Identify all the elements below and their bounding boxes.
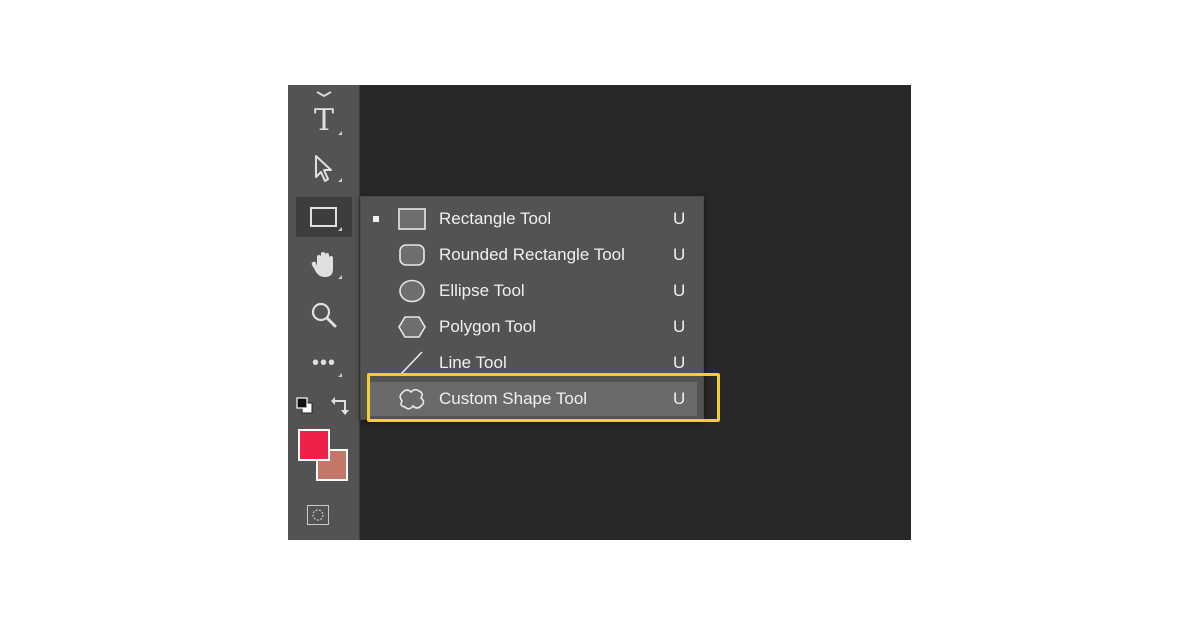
rectangle-icon bbox=[398, 208, 426, 230]
rectangle-tool-button[interactable] bbox=[296, 197, 352, 237]
menu-item-label: Rounded Rectangle Tool bbox=[439, 245, 625, 264]
menu-item-ellipse-tool[interactable]: Ellipse Tool U bbox=[367, 274, 697, 308]
default-colors-icon[interactable] bbox=[296, 397, 314, 415]
type-tool-button[interactable]: T bbox=[296, 101, 352, 141]
zoom-magnifier-icon bbox=[311, 302, 337, 328]
menu-item-shortcut: U bbox=[673, 209, 686, 228]
path-selection-tool-button[interactable] bbox=[296, 148, 352, 188]
direct-select-arrow-icon bbox=[315, 155, 332, 182]
menu-item-polygon-tool[interactable]: Polygon Tool U bbox=[367, 310, 697, 344]
hand-icon bbox=[311, 252, 333, 277]
menu-item-label: Polygon Tool bbox=[439, 317, 537, 336]
ellipse-icon bbox=[399, 279, 425, 303]
polygon-icon bbox=[398, 316, 426, 338]
partial-tool-icon bbox=[316, 91, 332, 98]
edit-toolbar-button[interactable]: ••• bbox=[296, 343, 352, 383]
menu-item-label: Line Tool bbox=[439, 353, 507, 372]
zoom-tool-button[interactable] bbox=[296, 295, 352, 335]
type-icon: T bbox=[313, 103, 334, 138]
menu-item-shortcut: U bbox=[673, 281, 686, 300]
menu-item-shortcut: U bbox=[673, 353, 686, 372]
more-dots-icon: ••• bbox=[311, 352, 336, 374]
menu-item-label: Ellipse Tool bbox=[439, 281, 525, 300]
hand-tool-button[interactable] bbox=[296, 245, 352, 285]
selected-bullet-icon bbox=[373, 216, 379, 222]
rectangle-icon bbox=[310, 207, 337, 227]
rounded-rectangle-icon bbox=[399, 244, 425, 266]
line-icon bbox=[400, 351, 423, 375]
swap-colors-icon[interactable] bbox=[330, 395, 352, 417]
photoshop-window: T ••• Rectangle Tool U Rounded Rectangle… bbox=[288, 85, 911, 540]
menu-item-rounded-rectangle-tool[interactable]: Rounded Rectangle Tool U bbox=[367, 238, 697, 272]
menu-item-rectangle-tool[interactable]: Rectangle Tool U bbox=[367, 202, 697, 236]
quick-mask-icon bbox=[312, 509, 324, 521]
quick-mask-button[interactable] bbox=[307, 505, 329, 525]
annotation-highlight-box bbox=[367, 373, 720, 422]
menu-item-label: Rectangle Tool bbox=[439, 209, 552, 228]
menu-item-shortcut: U bbox=[673, 317, 686, 336]
tools-panel: T ••• bbox=[288, 85, 360, 540]
menu-item-shortcut: U bbox=[673, 245, 686, 264]
foreground-color-swatch[interactable] bbox=[298, 429, 330, 461]
